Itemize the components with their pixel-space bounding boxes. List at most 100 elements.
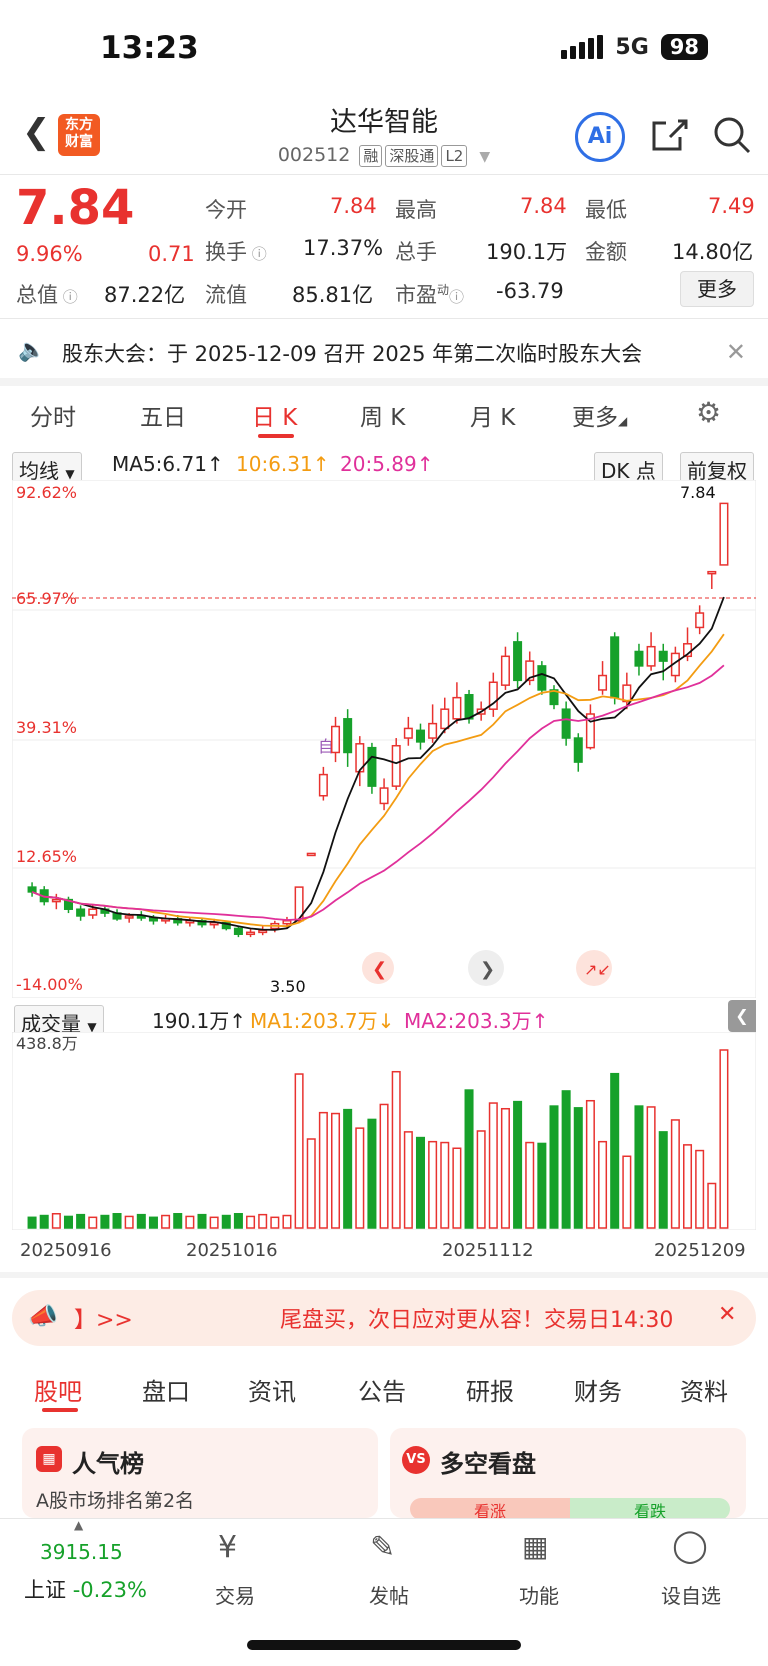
candle <box>391 744 401 787</box>
tab-profile[interactable]: 资料 <box>680 1372 728 1407</box>
candle <box>403 727 413 739</box>
candle <box>331 725 341 754</box>
speaker-icon: 🔈 <box>18 338 46 363</box>
volume-bar <box>221 1214 231 1229</box>
tab-news[interactable]: 资讯 <box>248 1372 296 1407</box>
volume-bar <box>246 1215 256 1229</box>
nav-trade[interactable]: 交易 <box>190 1580 280 1609</box>
candle <box>500 655 510 686</box>
ma10-value: 10:6.31↑ <box>236 452 330 476</box>
post-icon: ✎ <box>370 1530 396 1565</box>
volume-bar <box>415 1136 425 1229</box>
banner-close-icon[interactable]: ✕ <box>718 1302 736 1327</box>
banner-link[interactable]: 】>> <box>74 1302 133 1334</box>
candle <box>561 708 571 739</box>
megaphone-icon: 📣 <box>28 1302 58 1330</box>
tab-monthly-k[interactable]: 月 K <box>470 398 515 432</box>
kline-chart[interactable]: 92.62% 65.97% 39.31% 12.65% -14.00% 7.84… <box>12 480 756 998</box>
candle <box>306 852 316 857</box>
status-time: 13:23 <box>100 30 199 66</box>
tab-more[interactable]: 更多◢ <box>572 398 627 432</box>
candle <box>124 915 134 919</box>
turnover-label: 换手 ⓘ <box>205 240 267 264</box>
tab-orderbook[interactable]: 盘口 <box>142 1372 190 1407</box>
chevron-down-icon: ▼ <box>479 149 491 165</box>
tag-margin: 融 <box>359 145 383 167</box>
bull-button[interactable]: 看涨 <box>410 1498 570 1520</box>
nav-post[interactable]: 发帖 <box>344 1580 434 1609</box>
candle <box>51 898 61 903</box>
last-price-marker: 7.84 <box>680 483 716 502</box>
share-icon[interactable] <box>650 115 690 155</box>
volume-bar <box>403 1131 413 1229</box>
tab-announcement[interactable]: 公告 <box>358 1372 406 1407</box>
candle <box>318 773 328 797</box>
bear-button[interactable]: 看跌 <box>570 1498 730 1520</box>
search-icon[interactable] <box>712 115 752 155</box>
index-row[interactable]: 上证 -0.23% <box>24 1574 147 1604</box>
volume-bar <box>610 1072 620 1229</box>
volume-bar <box>598 1140 608 1229</box>
volume-bar <box>549 1105 559 1229</box>
gear-icon[interactable]: ⚙ <box>696 396 721 429</box>
volume-value-label: 190.1万↑ <box>152 1009 247 1033</box>
status-indicators: 5G 98 <box>561 34 708 60</box>
candle <box>415 729 425 743</box>
volume-bar <box>634 1105 644 1229</box>
change-pct: 9.96% <box>16 242 83 266</box>
volume-chart[interactable]: 438.8万 <box>12 1032 756 1230</box>
battery-icon: 98 <box>660 34 708 60</box>
candle <box>610 636 620 699</box>
axis-l2: 65.97% <box>16 589 77 608</box>
candle <box>646 645 656 667</box>
candle <box>88 908 98 916</box>
candle <box>233 927 243 935</box>
amount-label: 金额 <box>585 240 627 264</box>
tab-weekly-k[interactable]: 周 K <box>360 398 405 432</box>
volume-bar <box>452 1147 462 1229</box>
candle <box>258 929 268 934</box>
volume-bar <box>622 1155 632 1229</box>
tab-research[interactable]: 研报 <box>466 1372 514 1407</box>
volume-bar <box>658 1131 668 1229</box>
candle <box>537 665 547 691</box>
volume-bar <box>670 1119 680 1229</box>
volume-bar <box>646 1106 656 1229</box>
bottom-tab-indicator <box>42 1408 78 1412</box>
candle <box>452 696 462 720</box>
low-label: 最低 <box>585 198 627 222</box>
tab-timeshare[interactable]: 分时 <box>30 398 76 432</box>
nav-add-watchlist[interactable]: 设自选 <box>646 1580 736 1609</box>
collapse-icon[interactable]: ❮ <box>728 1000 756 1032</box>
candle <box>379 787 389 805</box>
volume-bar <box>500 1107 510 1229</box>
nav-function[interactable]: 功能 <box>494 1580 584 1609</box>
volume-bar <box>585 1099 595 1229</box>
volume-bar <box>476 1130 486 1229</box>
tab-daily-k[interactable]: 日 K <box>252 398 297 432</box>
active-tab-indicator <box>258 434 294 438</box>
bull-bear-title: 多空看盘 <box>440 1450 536 1478</box>
banner-text[interactable]: 尾盘买，次日应对更从容！交易日14:30 <box>280 1302 673 1334</box>
axis-top: 92.62% <box>16 483 77 502</box>
notice-text[interactable]: 股东大会：于 2025-12-09 召开 2025 年第二次临时股东大会 <box>62 338 642 368</box>
watchlist-icon: ◯ <box>672 1526 708 1564</box>
volume-bar <box>233 1213 243 1229</box>
close-icon[interactable]: ✕ <box>726 338 746 366</box>
candle <box>658 650 668 662</box>
mktcap-value: 87.22亿 <box>104 283 186 307</box>
vol-axis-max: 438.8万 <box>16 1034 78 1053</box>
volume-bar <box>258 1213 268 1229</box>
volume-bar <box>76 1213 86 1229</box>
tab-fiveday[interactable]: 五日 <box>140 398 186 432</box>
ai-button[interactable]: Ai <box>575 112 625 162</box>
volume-bar <box>306 1138 316 1229</box>
volume-bar <box>440 1141 450 1229</box>
mktcap-label: 总值 ⓘ <box>16 283 78 307</box>
tab-forum[interactable]: 股吧 <box>34 1372 82 1407</box>
volume-value: 190.1万 <box>486 240 568 264</box>
index-value[interactable]: 3915.15 <box>40 1540 123 1564</box>
more-button[interactable]: 更多 <box>680 271 754 307</box>
candle <box>246 931 256 936</box>
tab-finance[interactable]: 财务 <box>574 1372 622 1407</box>
